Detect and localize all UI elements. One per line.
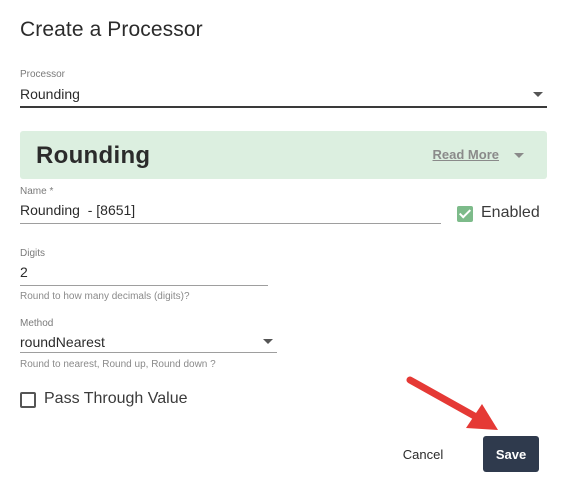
method-select[interactable]: roundNearest	[20, 333, 277, 353]
annotation-arrow-icon	[406, 376, 498, 430]
digits-helper-text: Round to how many decimals (digits)?	[20, 291, 190, 302]
processor-info-banner: Rounding Read More	[20, 131, 547, 179]
digits-field-wrapper	[20, 264, 268, 286]
digits-label: Digits	[20, 248, 46, 259]
method-helper-text: Round to nearest, Round up, Round down ?	[20, 359, 216, 370]
read-more-link[interactable]: Read More	[433, 147, 499, 162]
name-field-wrapper	[20, 202, 441, 224]
name-input[interactable]	[20, 202, 441, 218]
enabled-label: Enabled	[481, 204, 540, 221]
enabled-checkbox[interactable]	[457, 206, 473, 222]
method-select-value: roundNearest	[20, 334, 105, 350]
save-button[interactable]: Save	[483, 436, 539, 472]
name-label: Name *	[20, 186, 54, 197]
processor-label: Processor	[20, 69, 66, 80]
pass-through-label: Pass Through Value	[44, 390, 188, 407]
processor-select[interactable]: Rounding	[20, 84, 547, 108]
chevron-down-icon	[533, 92, 543, 97]
digits-input[interactable]	[20, 264, 268, 280]
dialog-title: Create a Processor	[20, 18, 203, 41]
banner-title: Rounding	[36, 142, 151, 169]
chevron-down-icon	[263, 339, 273, 344]
processor-select-value: Rounding	[20, 86, 80, 102]
pass-through-checkbox[interactable]	[20, 392, 36, 408]
method-label: Method	[20, 318, 54, 329]
cancel-button[interactable]: Cancel	[392, 442, 454, 466]
chevron-down-icon[interactable]	[514, 153, 524, 158]
